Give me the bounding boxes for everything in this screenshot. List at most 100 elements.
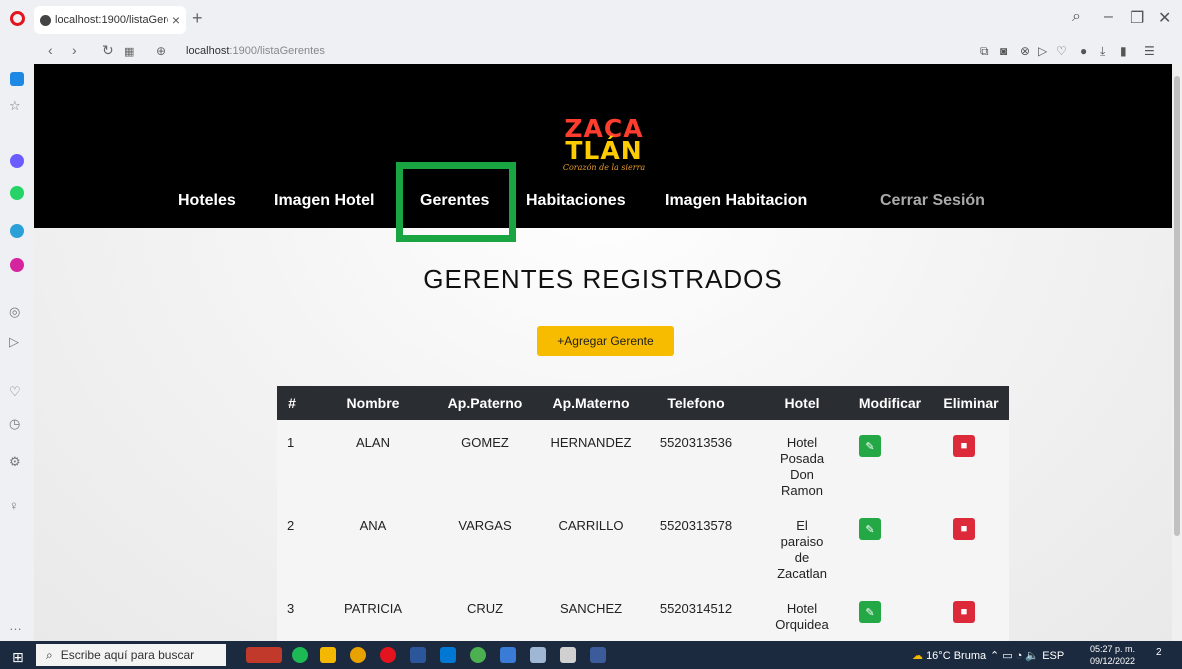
hotel-line: Zacatlan <box>777 566 827 581</box>
cell-id: 1 <box>287 435 295 450</box>
cell-id: 3 <box>287 601 295 616</box>
opera-taskbar-icon[interactable] <box>380 647 396 663</box>
download-icon[interactable]: ⤓ <box>1100 44 1105 59</box>
col-paterno: Ap.Paterno <box>447 395 523 411</box>
chrome-icon[interactable] <box>350 647 366 663</box>
speed-dial-icon[interactable]: ▦ <box>124 45 134 58</box>
col-nombre: Nombre <box>346 395 400 411</box>
instagram-icon[interactable] <box>10 258 24 272</box>
messenger-icon[interactable] <box>10 154 24 168</box>
news-widget-icon[interactable] <box>246 647 282 663</box>
settings-icon[interactable]: ⚙ <box>9 454 21 470</box>
terminal-icon[interactable] <box>560 647 576 663</box>
maximize-icon[interactable]: ❐ <box>1130 8 1144 28</box>
snapshot-icon[interactable]: ⧉ <box>980 44 989 59</box>
delete-button[interactable]: ■ <box>953 518 975 540</box>
nav-habitaciones[interactable]: Habitaciones <box>526 192 626 210</box>
powershell-icon[interactable] <box>590 647 606 663</box>
cell-hotel: Hotel Orquidea <box>767 601 837 633</box>
taskbar-search[interactable]: ⌕ Escribe aquí para buscar <box>36 644 226 666</box>
delete-button[interactable]: ■ <box>953 435 975 457</box>
telegram-icon[interactable] <box>10 224 24 238</box>
weather-text: 16°C Bruma <box>926 650 987 662</box>
player-icon[interactable]: ▷ <box>1038 44 1047 58</box>
hotel-line: Orquidea <box>775 617 829 632</box>
windows-start-icon[interactable]: ⊞ <box>12 649 24 666</box>
delete-button[interactable]: ■ <box>953 601 975 623</box>
tips-icon[interactable]: ♀ <box>9 498 19 513</box>
more-icon[interactable]: … <box>9 618 22 633</box>
profile-icon[interactable]: ● <box>1080 44 1087 58</box>
cell-paterno: CRUZ <box>466 601 504 616</box>
new-tab-icon[interactable]: + <box>192 8 203 29</box>
nav-hoteles[interactable]: Hoteles <box>178 192 236 210</box>
scrollbar-thumb[interactable] <box>1174 76 1180 536</box>
clock-icon[interactable]: ◎ <box>9 304 20 320</box>
cell-materno: HERNANDEZ <box>550 435 632 450</box>
windows-taskbar: ⊞ ⌕ Escribe aquí para buscar ☁ 16°C Brum… <box>0 641 1182 669</box>
vscode-icon[interactable] <box>440 647 456 663</box>
cell-materno: CARRILLO <box>558 518 624 533</box>
col-telefono: Telefono <box>667 395 725 411</box>
app3-icon[interactable] <box>530 647 546 663</box>
logo-line2: TLÁN <box>565 136 643 165</box>
page-scrollbar[interactable] <box>1172 64 1182 641</box>
app-icon[interactable] <box>470 647 486 663</box>
notification-icon[interactable]: 2 <box>1156 647 1170 661</box>
search-placeholder: Escribe aquí para buscar <box>60 648 195 662</box>
star-icon[interactable]: ☆ <box>9 98 21 114</box>
favorites-icon[interactable]: ♡ <box>9 384 21 400</box>
history-icon[interactable]: ◷ <box>9 416 20 432</box>
globe-icon <box>40 14 51 26</box>
cell-telefono: 5520313536 <box>659 435 733 450</box>
easy-setup-icon[interactable]: ☰ <box>1144 44 1155 58</box>
table-header: # Nombre Ap.Paterno Ap.Materno Telefono … <box>277 386 1009 420</box>
edit-button[interactable]: ✎ <box>859 435 881 457</box>
url-host: localhost <box>186 45 230 57</box>
forward-icon[interactable]: › <box>72 42 77 58</box>
battery-icon[interactable]: ▮ <box>1120 44 1127 58</box>
cell-materno: SANCHEZ <box>559 601 623 616</box>
url-field[interactable]: localhost:1900/listaGerentes <box>186 45 325 57</box>
nav-imagen-habitacion[interactable]: Imagen Habitacion <box>665 192 807 210</box>
heart-icon[interactable]: ♡ <box>1056 44 1067 58</box>
word-icon[interactable] <box>410 647 426 663</box>
minimize-icon[interactable]: – <box>1104 8 1113 26</box>
zacatlan-logo[interactable]: ZACA TLÁN Corazón de la sierra <box>549 116 659 174</box>
hotel-line: paraiso <box>780 534 824 549</box>
file-explorer-icon[interactable] <box>320 647 336 663</box>
cell-id: 2 <box>287 518 295 533</box>
player-sidebar-icon[interactable]: ▷ <box>9 334 19 350</box>
whatsapp-icon[interactable] <box>10 186 24 200</box>
cell-paterno: GOMEZ <box>461 435 509 450</box>
nav-imagen-hotel[interactable]: Imagen Hotel <box>274 192 374 210</box>
reload-icon[interactable]: ↻ <box>102 42 114 59</box>
hotel-line: Hotel <box>786 601 818 616</box>
edit-button[interactable]: ✎ <box>859 518 881 540</box>
system-tray[interactable]: ⌃ ▭ ◔ 🔈 ESP <box>990 649 1064 662</box>
browser-tab[interactable]: localhost:1900/listaGerente × <box>34 6 186 34</box>
search-icon: ⌕ <box>46 647 53 662</box>
spotify-icon[interactable] <box>292 647 308 663</box>
app2-icon[interactable] <box>500 647 516 663</box>
search-tabs-icon[interactable]: ⌕ <box>1072 8 1081 26</box>
col-hotel: Hotel <box>784 395 820 411</box>
adblock-icon[interactable]: ⊗ <box>1020 44 1030 58</box>
weather-widget[interactable]: ☁ 16°C Bruma <box>912 649 986 662</box>
clock[interactable]: 05:27 p. m. 09/12/2022 <box>1090 643 1135 667</box>
trash-icon: ■ <box>960 523 968 535</box>
edit-button[interactable]: ✎ <box>859 601 881 623</box>
close-tab-icon[interactable]: × <box>172 12 180 28</box>
close-window-icon[interactable]: ✕ <box>1158 8 1171 28</box>
url-path: :1900/listaGerentes <box>229 45 325 57</box>
home-icon[interactable] <box>10 72 24 86</box>
camera-icon[interactable]: ◙ <box>1000 44 1007 58</box>
back-icon[interactable]: ‹ <box>48 42 53 58</box>
weather-icon: ☁ <box>912 650 923 662</box>
nav-cerrar-sesion[interactable]: Cerrar Sesión <box>880 192 985 210</box>
opera-logo-icon[interactable] <box>10 11 25 26</box>
add-gerente-button[interactable]: +Agregar Gerente <box>537 326 674 356</box>
trash-icon: ■ <box>960 440 968 452</box>
site-info-icon[interactable]: ⊕ <box>156 44 166 58</box>
clock-date: 09/12/2022 <box>1090 656 1136 666</box>
